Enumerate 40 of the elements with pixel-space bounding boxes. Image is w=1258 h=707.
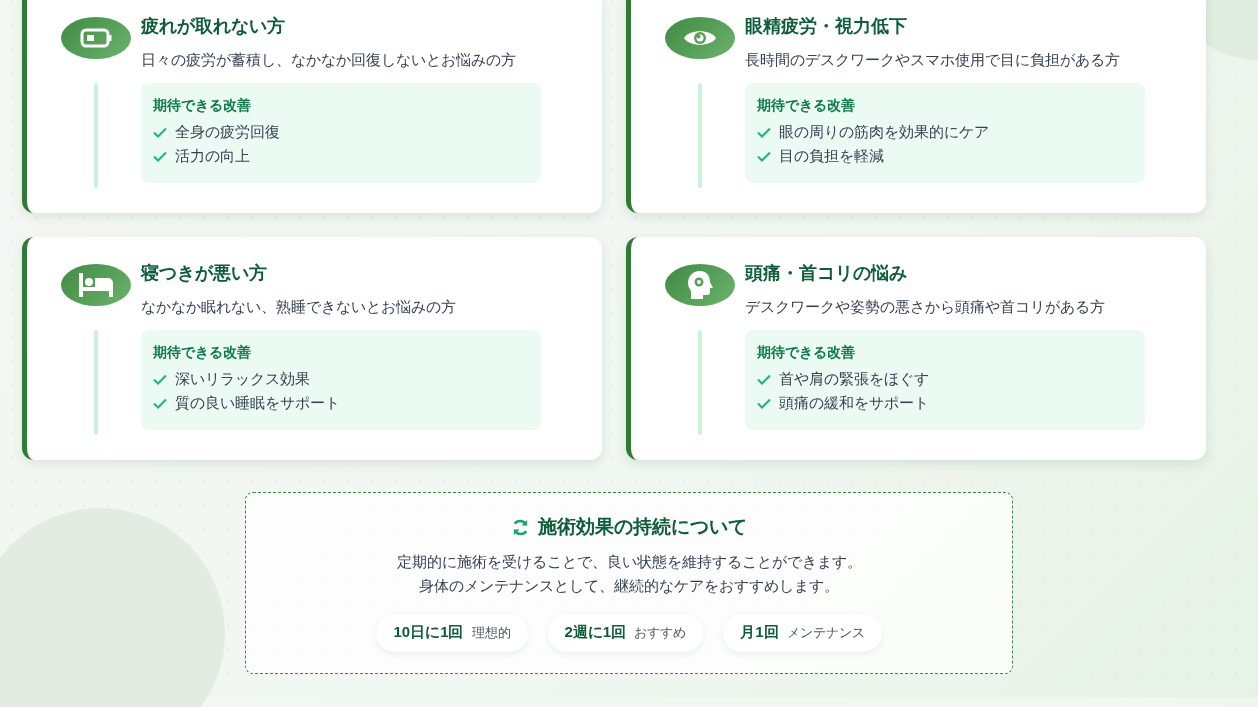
card-description: 日々の疲労が蓄積し、なかなか回復しないとお悩みの方 bbox=[141, 50, 516, 70]
section-title: 施術効果の持続について bbox=[538, 515, 747, 539]
benefit-text: 眼の周りの筋肉を効果的にケア bbox=[779, 121, 989, 142]
card-description: デスクワークや姿勢の悪さから頭痛や首コリがある方 bbox=[745, 297, 1105, 317]
card-description: なかなか眠れない、熟睡できないとお悩みの方 bbox=[141, 297, 456, 317]
check-icon bbox=[757, 373, 771, 385]
benefit-text: 全身の疲労回復 bbox=[175, 121, 280, 142]
bed-icon bbox=[78, 272, 114, 298]
benefits-heading: 期待できる改善 bbox=[153, 343, 252, 362]
card-title: 寝つきが悪い方 bbox=[141, 262, 267, 285]
card-description: 長時間のデスクワークやスマホ使用で目に負担がある方 bbox=[745, 50, 1120, 70]
check-icon bbox=[153, 150, 167, 162]
frequency-value: 月1回 bbox=[740, 622, 779, 643]
benefits-heading: 期待できる改善 bbox=[757, 343, 856, 362]
benefit-text: 目の負担を軽減 bbox=[779, 145, 884, 166]
benefit-text: 頭痛の緩和をサポート bbox=[779, 392, 929, 413]
battery-icon bbox=[80, 28, 112, 48]
frequency-label: おすすめ bbox=[634, 623, 687, 642]
description-text: 身体のメンテナンスとして、継続的なケアをおすすめします。 bbox=[419, 575, 839, 596]
check-icon bbox=[153, 126, 167, 138]
check-icon bbox=[153, 397, 167, 409]
frequency-value: 2週に1回 bbox=[564, 622, 627, 643]
frequency-value: 10日に1回 bbox=[393, 622, 464, 643]
check-icon bbox=[757, 126, 771, 138]
benefits-heading: 期待できる改善 bbox=[757, 96, 856, 115]
benefit-text: 首や肩の緊張をほぐす bbox=[779, 368, 929, 389]
card-title: 頭痛・首コリの悩み bbox=[745, 262, 907, 285]
benefit-text: 質の良い睡眠をサポート bbox=[175, 392, 340, 413]
refresh-icon bbox=[511, 517, 530, 537]
benefit-text: 深いリラックス効果 bbox=[175, 368, 310, 389]
check-icon bbox=[757, 397, 771, 409]
benefits-heading: 期待できる改善 bbox=[153, 96, 252, 115]
check-icon bbox=[153, 373, 167, 385]
frequency-label: 理想的 bbox=[471, 623, 511, 642]
card-title: 疲れが取れない方 bbox=[141, 15, 285, 38]
description-text: 定期的に施術を受けることで、良い状態を維持することができます。 bbox=[396, 551, 862, 572]
card-title: 眼精疲労・視力低下 bbox=[745, 15, 907, 38]
check-icon bbox=[757, 150, 771, 162]
frequency-label: メンテナンス bbox=[786, 623, 865, 642]
benefit-text: 活力の向上 bbox=[175, 145, 250, 166]
